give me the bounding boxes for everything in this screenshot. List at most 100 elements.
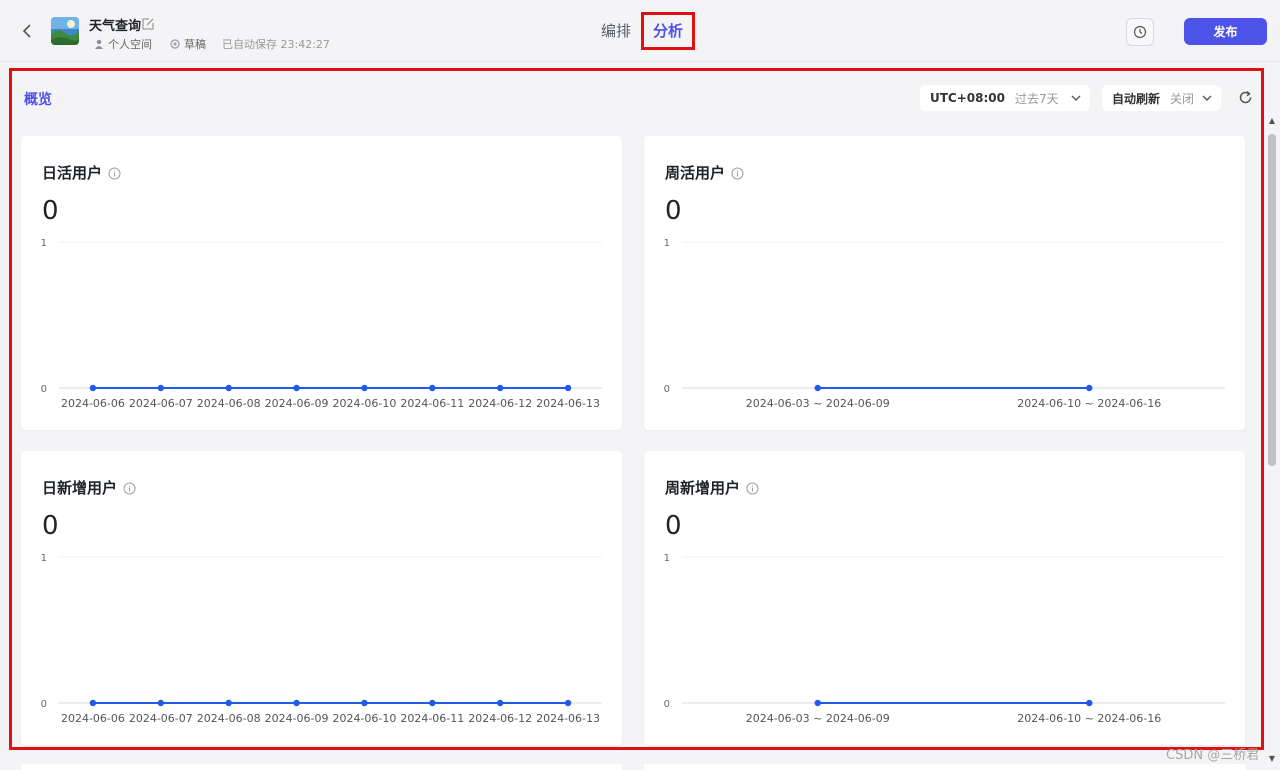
data-point (157, 384, 165, 392)
metric-value: 0 (42, 196, 59, 226)
y-tick-label: 1 (41, 238, 47, 249)
line-chart: 0 1 2024-06-06 2024-06-07 2024-06-08 2024-06-… (41, 553, 602, 725)
data-point (293, 384, 300, 392)
info-icon[interactable] (108, 166, 121, 180)
auto-refresh-select[interactable]: 自动刷新 关闭 (1102, 85, 1221, 111)
data-point (225, 699, 232, 707)
info-icon[interactable] (123, 481, 136, 495)
chevron-down-icon (1070, 92, 1082, 104)
user-icon (94, 39, 104, 49)
card-title: 周新增用户 (665, 479, 741, 497)
x-tick-label: 2024-06-09 (265, 397, 329, 410)
watermark: CSDN @三桥君 (1166, 748, 1260, 763)
data-point (814, 384, 821, 392)
x-tick-label: 2024-06-08 (197, 712, 261, 725)
line-chart: 0 1 2024-06-03 ~ 2024-06-09 2024-06-10 ~ 20… (664, 553, 1225, 725)
x-tick-label: 2024-06-10 (332, 712, 396, 725)
app-avatar (51, 17, 79, 45)
data-point (429, 384, 436, 392)
data-point (225, 384, 232, 392)
y-tick-label: 0 (41, 384, 47, 395)
y-tick-label: 0 (664, 384, 670, 395)
data-point (496, 699, 504, 707)
chevron-down-icon (1201, 92, 1213, 104)
auto-refresh-label: 自动刷新 (1112, 91, 1161, 106)
y-tick-label: 1 (664, 553, 670, 564)
line-chart: 0 1 2024-06-06 2024-06-07 2024-06-08 2024-06-… (41, 238, 602, 410)
x-tick-label: 2024-06-13 (536, 397, 600, 410)
info-icon[interactable] (746, 481, 759, 495)
data-point (157, 699, 165, 707)
scroll-thumb[interactable] (1268, 134, 1276, 466)
x-tick-label: 2024-06-12 (468, 397, 532, 410)
metric-value: 0 (665, 511, 682, 541)
x-tick-label: 2024-06-11 (400, 712, 464, 725)
x-tick-label: 2024-06-12 (468, 712, 532, 725)
data-point (89, 699, 97, 707)
data-point (89, 384, 97, 392)
next-card-peek (21, 764, 622, 770)
next-card-peek (644, 764, 1245, 770)
weekly-new-users-card: 周新增用户 0 0 1 2024-06-03 ~ 2024-06-09 2024-06… (644, 451, 1245, 745)
tab-orchestrate[interactable]: 编排 (596, 13, 636, 49)
card-title: 日新增用户 (42, 479, 118, 497)
y-tick-label: 0 (664, 699, 670, 710)
history-button[interactable] (1126, 18, 1154, 46)
back-button[interactable] (18, 20, 36, 42)
line-chart: 0 1 2024-06-03 ~ 2024-06-09 2024-06-10 ~ 20… (664, 238, 1225, 410)
scroll-down-arrow-icon[interactable]: ▼ (1266, 754, 1278, 764)
workspace-label: 个人空间 (108, 38, 152, 51)
x-tick-label: 2024-06-08 (197, 397, 261, 410)
data-point (1086, 384, 1093, 392)
top-header: 天气查询 个人空间 草稿 已自动保存 23:42:27 编排 分析 发布 (0, 0, 1280, 62)
data-point (361, 384, 368, 392)
range-value: 过去7天 (1015, 91, 1059, 106)
x-tick-label: 2024-06-03 ~ 2024-06-09 (746, 712, 890, 725)
publish-button[interactable]: 发布 (1184, 18, 1267, 45)
wau-card: 周活用户 0 0 1 2024-06-03 ~ 2024-06-09 2024-06-… (644, 136, 1245, 430)
auto-refresh-value: 关闭 (1170, 91, 1195, 106)
y-tick-label: 1 (664, 238, 670, 249)
data-point (496, 384, 504, 392)
edit-icon[interactable] (142, 15, 156, 30)
x-tick-label: 2024-06-10 ~ 2024-06-16 (1017, 397, 1161, 410)
app-meta: 个人空间 草稿 已自动保存 23:42:27 (94, 36, 330, 52)
data-point (564, 384, 572, 392)
x-tick-label: 2024-06-06 (61, 712, 125, 725)
timezone-value: UTC+08:00 (930, 91, 1005, 105)
data-point (293, 699, 300, 707)
mode-tabs: 编排 分析 (596, 12, 696, 50)
refresh-icon[interactable] (1238, 90, 1253, 105)
overview-tab[interactable]: 概览 (24, 89, 52, 109)
app-title: 天气查询 (89, 19, 142, 34)
metric-value: 0 (42, 511, 59, 541)
data-point (814, 699, 821, 707)
x-tick-label: 2024-06-11 (400, 397, 464, 410)
x-tick-label: 2024-06-09 (265, 712, 329, 725)
x-tick-label: 2024-06-03 ~ 2024-06-09 (746, 397, 890, 410)
autosave-text: 已自动保存 23:42:27 (222, 38, 330, 51)
x-tick-label: 2024-06-10 (332, 397, 396, 410)
card-title: 日活用户 (42, 164, 103, 182)
metric-value: 0 (665, 196, 682, 226)
status-badge: 草稿 (184, 38, 206, 51)
x-tick-label: 2024-06-10 ~ 2024-06-16 (1017, 712, 1161, 725)
dau-card: 日活用户 0 0 1 2024-06-06 2024-06-07 2024-06-08 2… (21, 136, 622, 430)
card-title: 周活用户 (665, 164, 726, 182)
y-tick-label: 0 (41, 699, 47, 710)
scrollbar[interactable]: ▲ ▼ (1266, 116, 1278, 764)
data-point (564, 699, 572, 707)
clock-history-icon (1133, 25, 1147, 39)
scroll-up-arrow-icon[interactable]: ▲ (1266, 116, 1278, 126)
chevron-left-icon (22, 24, 31, 38)
data-point (429, 699, 436, 707)
timezone-range-select[interactable]: UTC+08:00 过去7天 (920, 85, 1090, 111)
info-icon[interactable] (731, 166, 744, 180)
x-tick-label: 2024-06-06 (61, 397, 125, 410)
x-tick-label: 2024-06-07 (129, 397, 193, 410)
tab-analysis[interactable]: 分析 (641, 12, 696, 50)
x-tick-label: 2024-06-13 (536, 712, 600, 725)
draft-status-icon (170, 39, 180, 49)
x-tick-label: 2024-06-07 (129, 712, 193, 725)
data-point (361, 699, 368, 707)
